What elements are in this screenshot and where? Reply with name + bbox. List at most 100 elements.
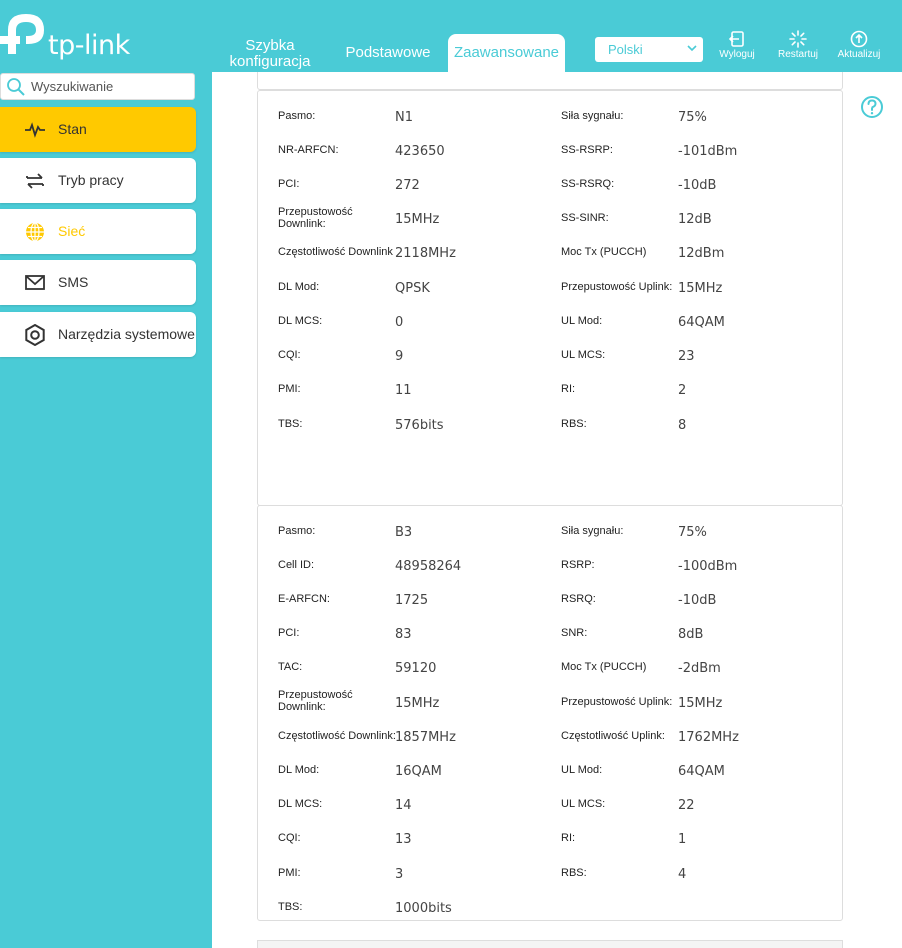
tab-quick-setup[interactable]: Szybka konfiguracja: [228, 38, 312, 70]
tp-link-logo: tp-link: [0, 10, 130, 61]
field-label: CQI:: [278, 349, 301, 361]
field-label: Przepustowość Uplink:: [561, 696, 673, 708]
previous-card-edge: [257, 72, 843, 90]
language-select[interactable]: Polski: [595, 37, 703, 62]
next-card-edge: [257, 940, 843, 948]
globe-icon: [26, 222, 44, 242]
field-label: SS-SINR:: [561, 212, 609, 224]
help-button[interactable]: [860, 95, 884, 124]
tab-advanced[interactable]: Zaawansowane: [448, 34, 565, 72]
field-value: -10dB: [678, 593, 717, 608]
table-row: Cell ID: 48958264 RSRP: -100dBm: [258, 559, 842, 589]
tp-link-logo-icon: [0, 14, 44, 54]
field-value: 16QAM: [395, 764, 442, 779]
field-label: UL Mod:: [561, 315, 603, 327]
field-value: 75%: [678, 110, 707, 125]
search-icon: [7, 78, 25, 96]
field-label: DL Mod:: [278, 281, 320, 293]
field-value: 64QAM: [678, 764, 725, 779]
field-label: RI:: [561, 832, 576, 844]
field-label: Częstotliwość Downlink: [278, 246, 393, 258]
logout-button[interactable]: Wyloguj: [712, 30, 762, 60]
field-label: Siła sygnału:: [561, 110, 624, 122]
restart-icon: [789, 30, 807, 48]
field-value: 13: [395, 832, 412, 847]
nr-status-card: Pasmo: N1 Siła sygnału: 75% NR-ARFCN: 42…: [257, 90, 843, 506]
field-value: -2dBm: [678, 661, 721, 676]
field-label: DL MCS:: [278, 315, 323, 327]
field-label: NR-ARFCN:: [278, 144, 339, 156]
field-value: 423650: [395, 144, 445, 159]
table-row: TBS: 1000bits: [258, 901, 842, 931]
field-value: 22: [678, 798, 695, 813]
field-value: 2118MHz: [395, 246, 456, 261]
field-value: 64QAM: [678, 315, 725, 330]
tab-basic[interactable]: Podstawowe: [340, 45, 436, 61]
field-value: 15MHz: [678, 281, 723, 296]
field-value: 15MHz: [395, 212, 440, 227]
swap-icon: [26, 173, 44, 189]
gear-icon: [25, 324, 45, 346]
field-label: SS-RSRP:: [561, 144, 613, 156]
field-label: PCI:: [278, 178, 300, 190]
field-value: 12dBm: [678, 246, 725, 261]
field-label: RSRQ:: [561, 593, 596, 605]
field-label: RBS:: [561, 867, 587, 879]
table-row: DL Mod: QPSK Przepustowość Uplink: 15MHz: [258, 281, 842, 311]
table-row: DL Mod: 16QAM UL Mod: 64QAM: [258, 764, 842, 794]
sidebar-item-status[interactable]: Stan: [0, 107, 196, 152]
update-label: Aktualizuj: [837, 49, 881, 60]
field-value: 8dB: [678, 627, 704, 642]
logo-text: tp-link: [48, 30, 130, 61]
field-label: Częstotliwość Uplink:: [561, 730, 665, 742]
sidebar-item-sms[interactable]: SMS: [0, 260, 196, 305]
field-value: 8: [678, 418, 687, 433]
field-label: Siła sygnału:: [561, 525, 624, 537]
field-value: -100dBm: [678, 559, 738, 574]
field-label: Przepustowość Downlink:: [278, 206, 353, 230]
field-value: 23: [678, 349, 695, 364]
field-label: TAC:: [278, 661, 303, 673]
table-row: TBS: 576bits RBS: 8: [258, 418, 842, 448]
field-label: UL Mod:: [561, 764, 603, 776]
field-value: 11: [395, 383, 412, 398]
table-row: Przepustowość Downlink: 15MHz SS-SINR: 1…: [258, 206, 842, 236]
table-row: PMI: 11 RI: 2: [258, 383, 842, 413]
field-value: 576bits: [395, 418, 444, 433]
table-row: Częstotliwość Downlink: 1857MHz Częstotl…: [258, 730, 842, 760]
lte-status-card: Pasmo: B3 Siła sygnału: 75% Cell ID: 489…: [257, 505, 843, 921]
field-value: -101dBm: [678, 144, 738, 159]
table-row: Pasmo: B3 Siła sygnału: 75%: [258, 525, 842, 555]
table-row: DL MCS: 14 UL MCS: 22: [258, 798, 842, 828]
main-content: Pasmo: N1 Siła sygnału: 75% NR-ARFCN: 42…: [212, 72, 902, 948]
field-value: 9: [395, 349, 404, 364]
search-box[interactable]: [0, 73, 195, 100]
update-button[interactable]: Aktualizuj: [834, 30, 884, 60]
field-label: Przepustowość Uplink:: [561, 281, 673, 293]
field-value: 83: [395, 627, 412, 642]
sidebar-item-work-mode[interactable]: Tryb pracy: [0, 158, 196, 203]
table-row: Częstotliwość Downlink 2118MHz Moc Tx (P…: [258, 246, 842, 276]
table-row: Przepustowość Downlink: 15MHz Przepustow…: [258, 689, 842, 719]
sidebar-item-system-tools[interactable]: Narzędzia systemowe: [0, 312, 196, 357]
search-input[interactable]: [31, 79, 186, 94]
field-label: Pasmo:: [278, 110, 316, 122]
field-value: 75%: [678, 525, 707, 540]
restart-button[interactable]: Restartuj: [773, 30, 823, 60]
table-row: DL MCS: 0 UL Mod: 64QAM: [258, 315, 842, 345]
field-label: TBS:: [278, 901, 303, 913]
field-value: -10dB: [678, 178, 717, 193]
sidebar-item-network[interactable]: Sieć: [0, 209, 196, 254]
sidebar-item-label: Sieć: [58, 223, 86, 239]
table-row: PCI: 83 SNR: 8dB: [258, 627, 842, 657]
field-value: 15MHz: [395, 696, 440, 711]
field-label: Cell ID:: [278, 559, 315, 571]
field-label: Częstotliwość Downlink:: [278, 730, 396, 742]
field-value: 1725: [395, 593, 429, 608]
field-value: 1762MHz: [678, 730, 739, 745]
tab-quick-setup-line1: Szybka: [245, 37, 295, 54]
field-label: E-ARFCN:: [278, 593, 330, 605]
field-value: 1857MHz: [395, 730, 456, 745]
sidebar-item-label: Narzędzia systemowe: [58, 326, 195, 342]
field-label: PCI:: [278, 627, 300, 639]
